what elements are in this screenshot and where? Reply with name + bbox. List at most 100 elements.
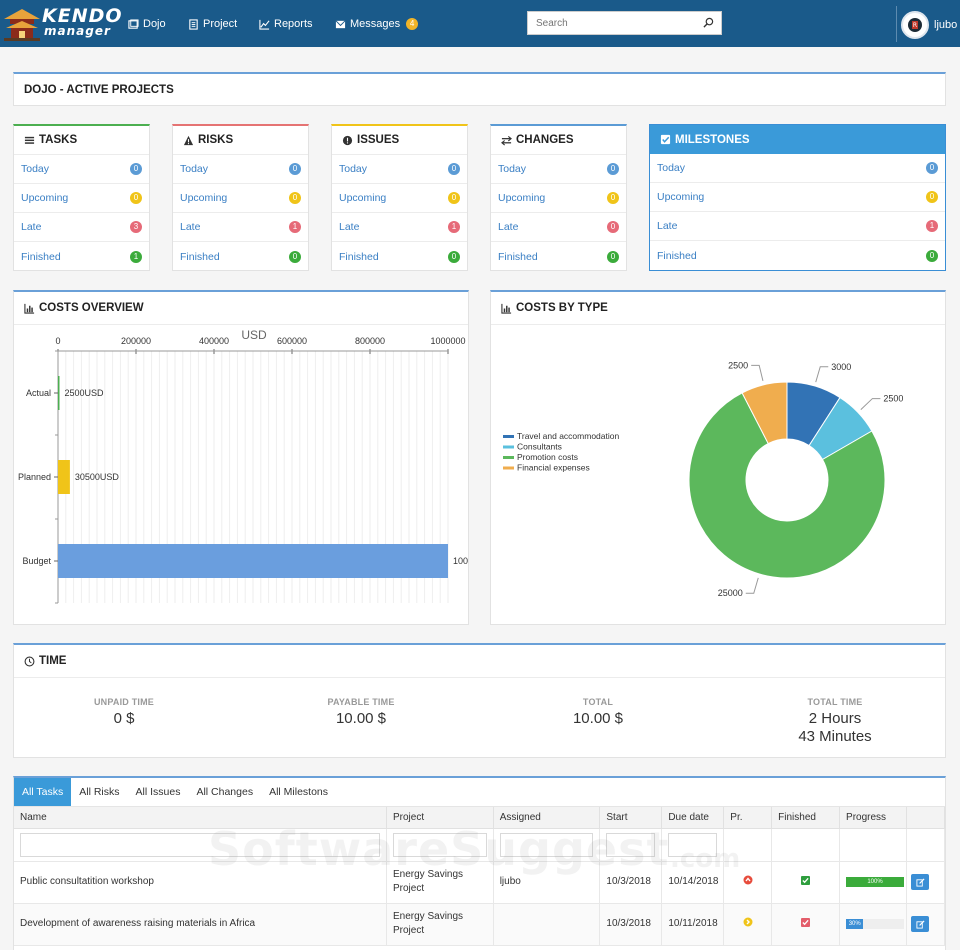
col-header-progress[interactable]: Progress (839, 807, 908, 829)
nav-messages[interactable]: Messages 4 (335, 18, 419, 30)
navbar-divider (896, 6, 897, 42)
clock-icon (24, 656, 35, 666)
chart-title: USD (241, 328, 267, 342)
col-header-due-date[interactable]: Due date (661, 807, 725, 829)
changes-late-row[interactable]: Late 0 (491, 213, 626, 242)
risks-panel-header: RISKS (173, 126, 308, 155)
kendo-manager-logo[interactable]: KENDO manager (2, 3, 122, 43)
task-priority (723, 903, 773, 946)
edit-icon (915, 919, 925, 929)
tab-all-tasks[interactable]: All Tasks (14, 778, 72, 806)
costs-overview-panel: COSTS OVERVIEW USD 0 200000 400000 600000 800… (13, 290, 469, 625)
slice-value-label: 25000 (718, 588, 743, 598)
x-tick-label: 0 (55, 336, 60, 346)
risks-today-row[interactable]: Today 0 (173, 155, 308, 184)
risks-late-row[interactable]: Late 1 (173, 213, 308, 242)
exchange-icon (501, 135, 512, 146)
task-name[interactable]: Development of awareness raising materia… (14, 903, 387, 946)
row-label: Today (498, 163, 527, 175)
changes-panel-title: CHANGES (516, 134, 574, 146)
task-assigned: ljubo (493, 861, 601, 904)
time-panel-title: TIME (39, 655, 67, 667)
row-label: Finished (657, 249, 697, 262)
window-icon (128, 18, 139, 29)
check-icon (802, 877, 809, 884)
slice-leader-line (751, 364, 764, 381)
x-tick-label: 600000 (277, 336, 307, 346)
tasks-finished-row[interactable]: Finished 1 (14, 242, 149, 271)
legend-label: Promotion costs (517, 452, 578, 462)
col-header-name[interactable]: Name (14, 807, 387, 829)
start-filter-input[interactable] (606, 832, 656, 857)
nav-project[interactable]: Project (188, 18, 237, 30)
project-filter-input[interactable] (393, 832, 487, 857)
slice-leader-line (745, 577, 759, 594)
costs-overview-header: COSTS OVERVIEW (14, 292, 468, 325)
search-box[interactable] (527, 11, 722, 35)
col-header-finished[interactable]: Finished (771, 807, 841, 829)
issues-upcoming-row[interactable]: Upcoming 0 (332, 184, 467, 213)
costs-overview-title: COSTS OVERVIEW (39, 302, 144, 314)
count-badge: 1 (289, 221, 301, 233)
count-badge: 1 (130, 250, 142, 263)
col-header-priority[interactable]: Pr. (723, 807, 773, 829)
table-row[interactable]: Development of awareness raising materia… (14, 903, 945, 946)
assigned-filter-input[interactable] (499, 832, 594, 857)
count-badge: 0 (926, 249, 938, 262)
issues-late-row[interactable]: Late 1 (332, 213, 467, 242)
row-label: Upcoming (498, 192, 546, 204)
edit-button[interactable] (911, 874, 930, 890)
col-header-assigned[interactable]: Assigned (493, 807, 601, 829)
unpaid-time-stat: UNPAID TIME 0 $ (64, 697, 184, 728)
finished-checkbox-checked[interactable] (801, 876, 811, 885)
task-finished[interactable] (771, 903, 841, 946)
issues-today-row[interactable]: Today 0 (332, 155, 467, 184)
avatar[interactable]: R (901, 11, 929, 39)
tasks-today-row[interactable]: Today 0 (14, 155, 149, 184)
x-tick-label: 800000 (355, 336, 385, 346)
task-finished[interactable] (771, 861, 841, 904)
pagoda-logo-icon (4, 9, 40, 41)
due-date-filter-input[interactable] (668, 832, 718, 857)
tab-all-changes[interactable]: All Changes (188, 778, 261, 806)
tab-all-risks[interactable]: All Risks (71, 778, 127, 806)
count-badge: 0 (289, 250, 301, 263)
name-filter-input[interactable] (20, 832, 380, 857)
filter-row (14, 828, 945, 862)
issues-finished-row[interactable]: Finished 0 (332, 242, 467, 271)
svg-text:R: R (913, 22, 917, 29)
edit-button[interactable] (911, 916, 930, 932)
username-label[interactable]: ljubo (934, 19, 957, 31)
list-icon (24, 136, 35, 144)
row-label: Today (339, 163, 368, 175)
tasks-upcoming-row[interactable]: Upcoming 0 (14, 184, 149, 213)
nav-reports[interactable]: Reports (259, 18, 313, 30)
bar-value-label: 30500USD (75, 472, 120, 482)
search-input[interactable] (528, 12, 698, 34)
tab-all-issues[interactable]: All Issues (128, 778, 189, 806)
nav-dojo[interactable]: Dojo (128, 18, 166, 30)
changes-panel: CHANGES Today 0 Upcoming 0 Late 0 Finished 0 (490, 124, 627, 271)
tasks-late-row[interactable]: Late 3 (14, 213, 149, 242)
table-row[interactable]: Public consultatition workshop Energy Sa… (14, 861, 945, 904)
col-header-project[interactable]: Project (386, 807, 494, 829)
milestones-finished-row[interactable]: Finished 0 (650, 241, 945, 270)
task-priority (723, 861, 773, 904)
milestones-panel-title: MILESTONES (675, 133, 750, 146)
task-name[interactable]: Public consultatition workshop (14, 861, 387, 904)
tab-all-milestones[interactable]: All Milestons (261, 778, 336, 806)
changes-today-row[interactable]: Today 0 (491, 155, 626, 184)
col-header-start[interactable]: Start (599, 807, 663, 829)
risks-finished-row[interactable]: Finished 0 (173, 242, 308, 271)
changes-upcoming-row[interactable]: Upcoming 0 (491, 184, 626, 213)
milestones-late-row[interactable]: Late 1 (650, 212, 945, 241)
milestones-today-row[interactable]: Today 0 (650, 154, 945, 183)
changes-finished-row[interactable]: Finished 0 (491, 242, 626, 271)
costs-by-type-panel: COSTS BY TYPE 3000 2500 25000 2500 Travel an… (490, 290, 946, 625)
finished-checkbox-unchecked[interactable] (801, 918, 811, 927)
search-icon[interactable] (703, 17, 714, 28)
risks-upcoming-row[interactable]: Upcoming 0 (173, 184, 308, 213)
milestones-upcoming-row[interactable]: Upcoming 0 (650, 183, 945, 212)
logo-text-manager: manager (44, 24, 111, 38)
count-badge: 0 (289, 163, 301, 175)
